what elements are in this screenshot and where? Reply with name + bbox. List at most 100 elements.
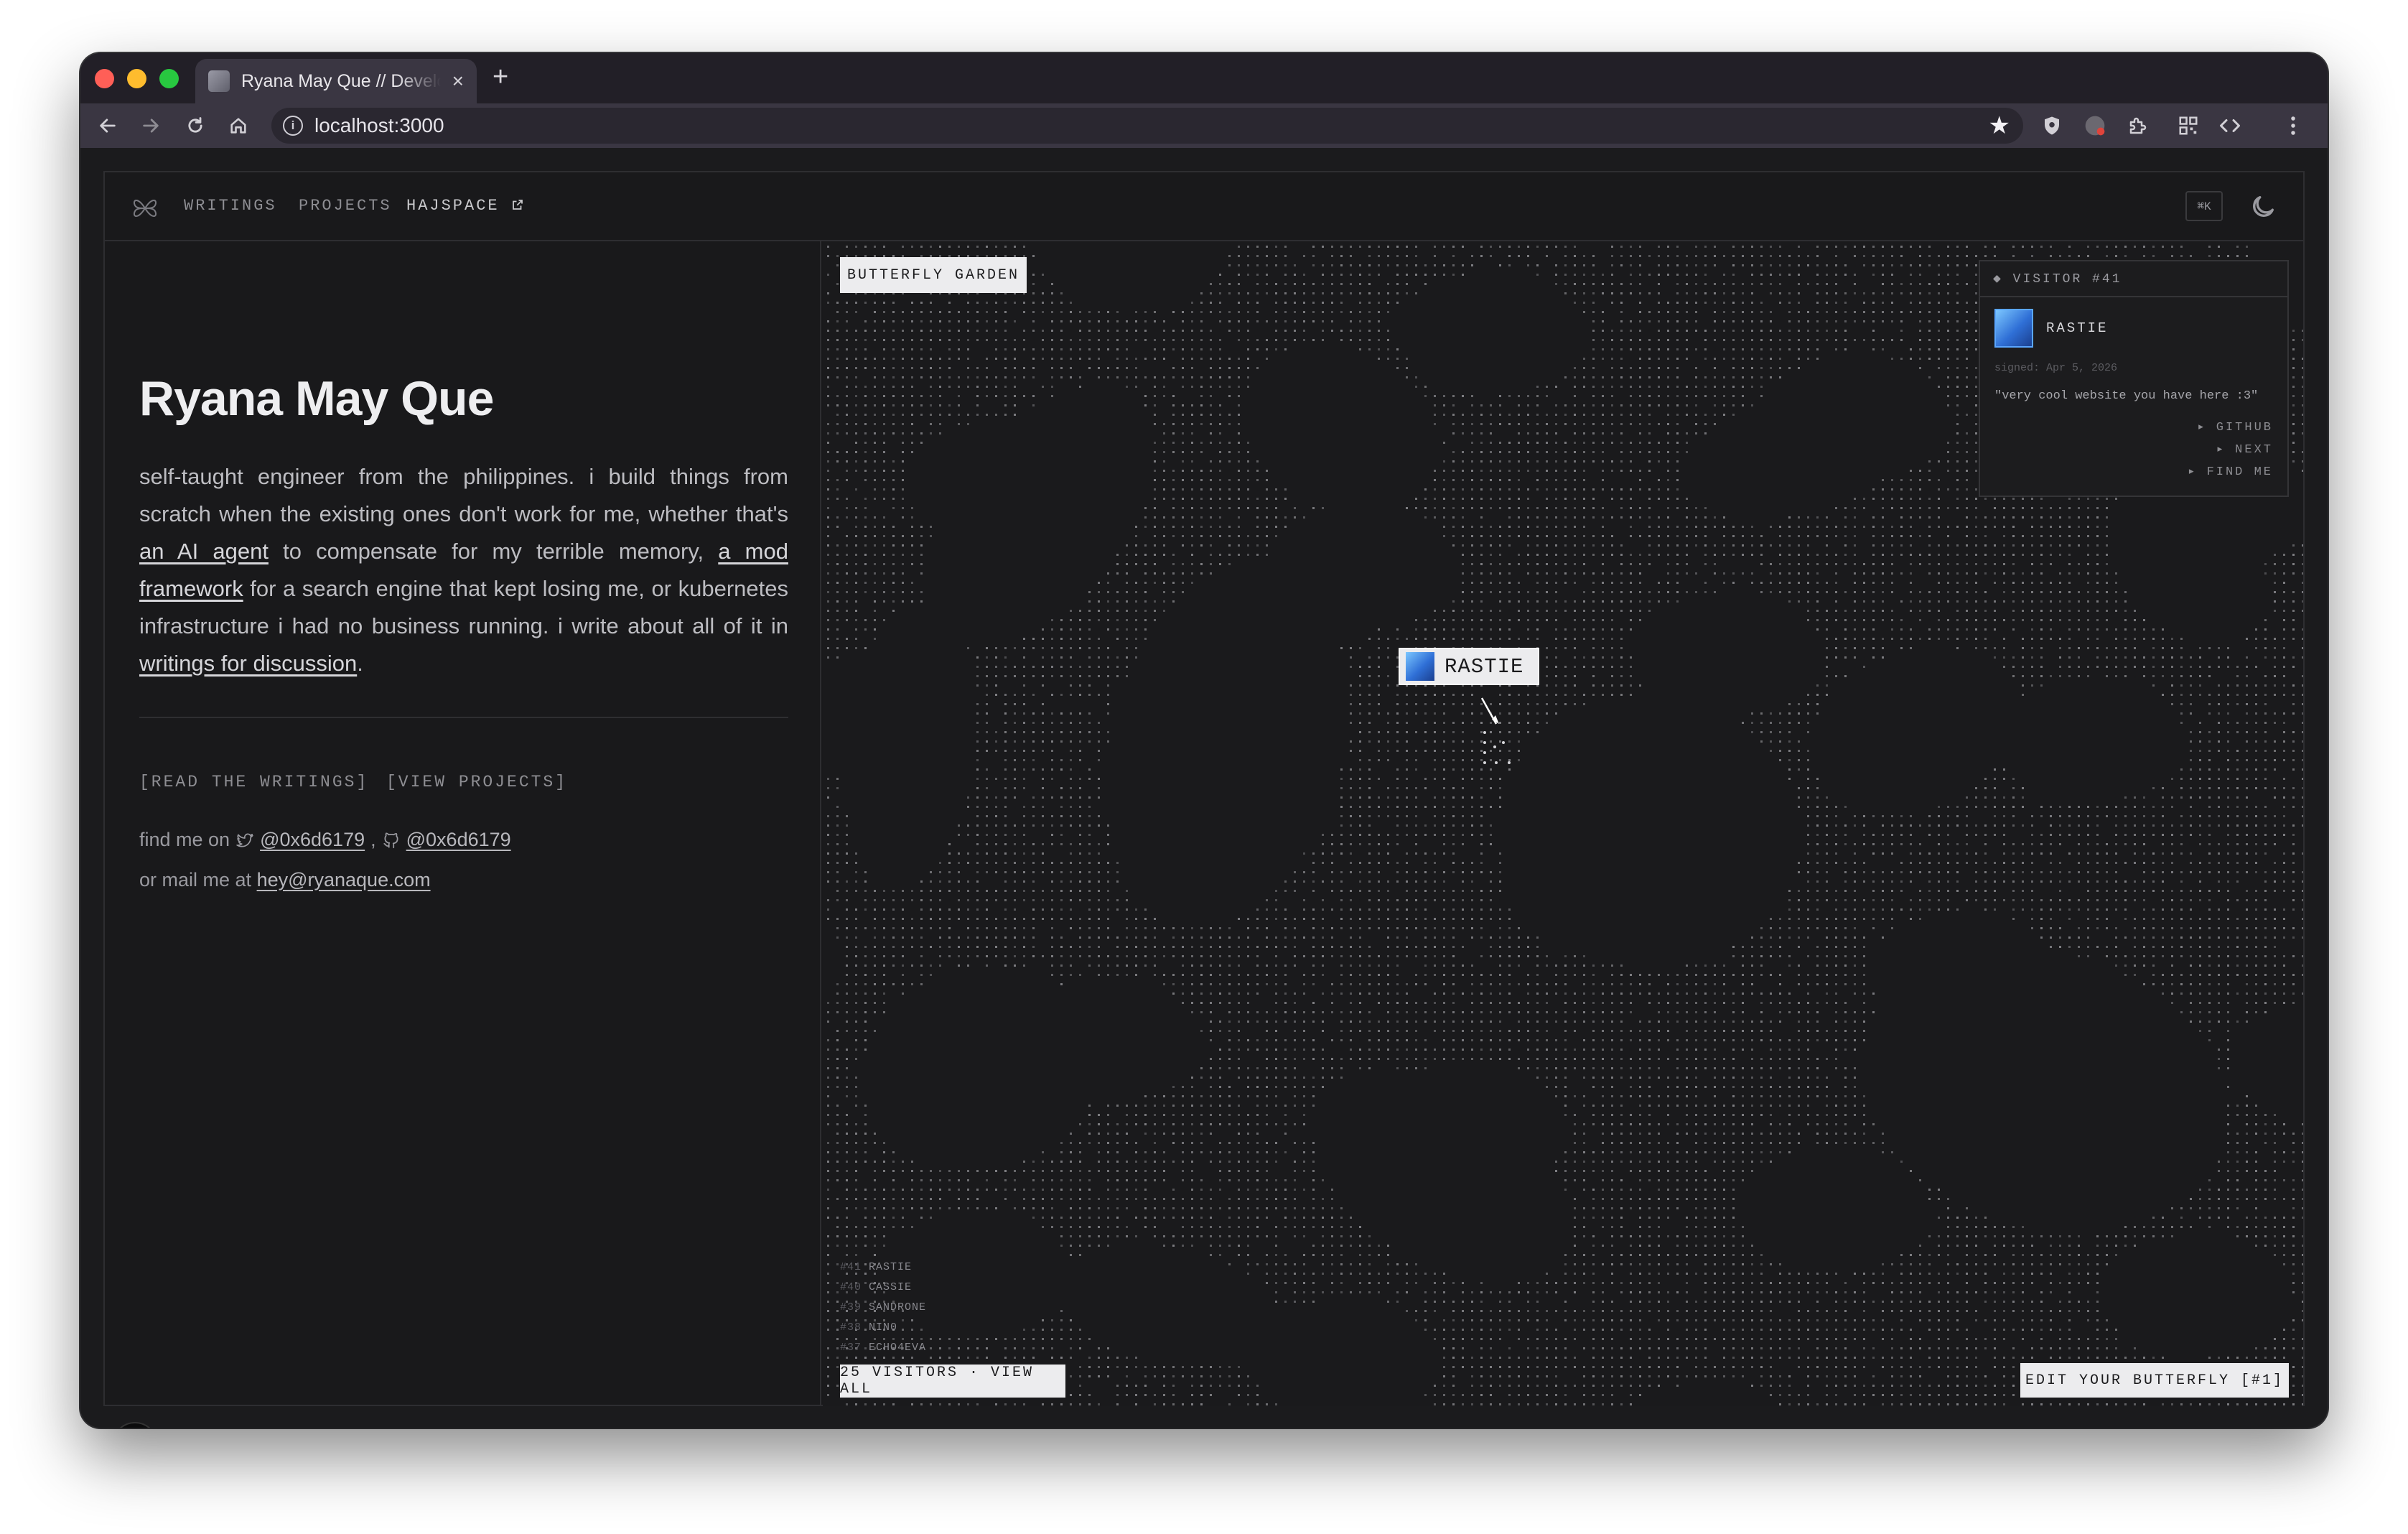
close-window-button[interactable]	[95, 69, 114, 88]
comma-separator: ,	[370, 829, 376, 850]
toolbar: i localhost:3000 ★	[80, 103, 2328, 148]
extensions-button[interactable]	[2122, 103, 2154, 148]
github-link[interactable]: @0x6d6179	[406, 829, 511, 851]
home-icon	[230, 118, 246, 134]
recent-visitor-row[interactable]: #41 RASTIE	[840, 1261, 912, 1273]
shield-icon	[2045, 116, 2059, 135]
nav-projects[interactable]: PROJECTS	[299, 197, 392, 215]
home-button[interactable]	[223, 103, 254, 148]
command-palette-button[interactable]: ⌘K	[2185, 191, 2223, 221]
page-title: Ryana May Que	[139, 371, 494, 426]
github-icon	[383, 832, 398, 848]
bio-text-1: self-taught engineer from the philippine…	[139, 464, 788, 526]
puzzle-icon	[2129, 117, 2147, 134]
twitter-link[interactable]: @0x6d6179	[260, 829, 365, 851]
qr-button[interactable]	[2173, 103, 2204, 148]
butterfly-cursor-icon	[1480, 697, 1511, 764]
back-button[interactable]	[92, 103, 123, 148]
kebab-menu-icon	[2291, 116, 2295, 135]
email-line: or mail me at hey@ryanaque.com	[139, 869, 431, 891]
intro-panel: Ryana May Que self-taught engineer from …	[105, 241, 821, 1428]
visitor-name: RASTIE	[2046, 320, 2109, 336]
new-tab-button[interactable]: +	[493, 63, 508, 90]
butterfly-avatar	[1406, 652, 1434, 681]
page-viewport: WRITINGS PROJECTS HAJSPACE ⌘K Ryana May …	[103, 171, 2305, 1428]
browser-window: Ryana May Que // Developer × + i localho…	[80, 53, 2328, 1428]
maximize-window-button[interactable]	[159, 69, 179, 88]
forward-button[interactable]	[135, 103, 167, 148]
recent-visitor-number: #37	[840, 1342, 862, 1354]
site-info-icon[interactable]: i	[283, 116, 303, 136]
tab-close-icon[interactable]: ×	[452, 71, 464, 91]
view-projects-button[interactable]: [VIEW PROJECTS]	[386, 773, 567, 791]
butterfly-garden[interactable]: BUTTERFLY GARDEN ◆ VISITOR #41 RASTIE si…	[823, 241, 2303, 1406]
arrow-left-icon	[100, 118, 116, 133]
visitor-avatar	[1994, 309, 2033, 348]
garden-title-badge: BUTTERFLY GARDEN	[840, 257, 1027, 293]
arrow-right-icon	[143, 118, 159, 133]
divider	[139, 717, 788, 718]
recent-visitor-name: SANDRONE	[869, 1301, 927, 1314]
nav-hajspace-label: HAJSPACE	[406, 197, 500, 215]
bio-paragraph: self-taught engineer from the philippine…	[139, 458, 788, 682]
visitor-next-link[interactable]: ▸ NEXT	[2216, 442, 2273, 457]
external-link-icon	[512, 200, 523, 210]
mail-label: or mail me at	[139, 869, 252, 891]
reload-button[interactable]	[179, 103, 211, 148]
qr-code-icon	[2179, 116, 2198, 135]
recent-visitor-row[interactable]: #40 CASSIE	[840, 1281, 912, 1293]
visitor-find-me-link[interactable]: ▸ FIND ME	[2188, 464, 2273, 479]
butterfly-name-tag[interactable]: RASTIE	[1399, 648, 1540, 685]
browser-tab-active[interactable]: Ryana May Que // Developer ×	[195, 59, 477, 103]
visitor-message: "very cool website you have here :3"	[1994, 389, 2259, 403]
visitor-github-link[interactable]: ▸ GITHUB	[2197, 419, 2273, 434]
favicon-icon	[208, 70, 230, 92]
twitter-bird-icon	[236, 833, 253, 847]
recent-visitor-number: #40	[840, 1281, 862, 1293]
recent-visitor-number: #39	[840, 1301, 862, 1314]
view-all-visitors-button[interactable]: 25 VISITORS · VIEW ALL	[840, 1365, 1065, 1398]
email-link[interactable]: hey@ryanaque.com	[257, 869, 431, 891]
butterfly-name: RASTIE	[1445, 654, 1524, 679]
visitor-signed-date: signed: Apr 5, 2026	[1994, 362, 2118, 374]
recent-visitor-row[interactable]: #38 NIN0	[840, 1321, 897, 1334]
recent-visitor-name: RASTIE	[869, 1261, 913, 1273]
recent-visitor-number: #38	[840, 1321, 862, 1334]
read-writings-button[interactable]: [READ THE WRITINGS]	[139, 773, 368, 791]
profile-extension-button[interactable]	[2079, 103, 2111, 148]
recent-visitor-name: CASSIE	[869, 1281, 913, 1293]
recent-visitor-name: ECHO4EVA	[869, 1342, 927, 1354]
nextjs-devtools-badge[interactable]: N	[112, 1422, 158, 1428]
recent-visitor-row[interactable]: #39 SANDRONE	[840, 1301, 926, 1314]
edit-butterfly-button[interactable]: EDIT YOUR BUTTERFLY [#1]	[2020, 1363, 2289, 1398]
visitor-card-header: ◆ VISITOR #41	[1980, 261, 2287, 297]
nav-hajspace[interactable]: HAJSPACE	[406, 197, 524, 215]
recent-visitor-name: NIN0	[869, 1321, 898, 1334]
devtools-button[interactable]	[2214, 103, 2246, 148]
menu-button[interactable]	[2277, 103, 2309, 148]
extension-avatar-icon	[2085, 116, 2105, 136]
ai-agent-link[interactable]: an AI agent	[139, 539, 269, 564]
moon-icon[interactable]	[2249, 192, 2277, 221]
bookmark-star-icon[interactable]: ★	[1989, 111, 2010, 140]
url-bar[interactable]: i localhost:3000 ★	[271, 108, 2023, 144]
social-links: find me on @0x6d6179, @0x6d6179	[139, 829, 511, 851]
tab-title: Ryana May Que // Developer	[241, 70, 441, 91]
recent-visitor-number: #41	[840, 1261, 862, 1273]
reload-icon	[188, 117, 202, 133]
recent-visitor-row[interactable]: #37 ECHO4EVA	[840, 1342, 926, 1354]
minimize-window-button[interactable]	[127, 69, 146, 88]
window-controls	[95, 69, 179, 88]
bio-text-4: .	[357, 651, 363, 676]
code-icon	[2220, 119, 2240, 132]
logo-icon[interactable]	[131, 194, 159, 223]
nav-writings[interactable]: WRITINGS	[184, 197, 277, 215]
tab-bar: Ryana May Que // Developer × +	[80, 53, 2328, 103]
visitor-card: ◆ VISITOR #41 RASTIE signed: Apr 5, 2026…	[1979, 260, 2289, 497]
url-text: localhost:3000	[314, 114, 444, 136]
shield-extension-button[interactable]	[2036, 103, 2068, 148]
find-me-label: find me on	[139, 829, 230, 850]
writings-link[interactable]: writings for discussion	[139, 651, 357, 676]
bio-text-2: to compensate for my terrible memory,	[268, 539, 719, 564]
site-header: WRITINGS PROJECTS HAJSPACE ⌘K	[105, 172, 2303, 241]
